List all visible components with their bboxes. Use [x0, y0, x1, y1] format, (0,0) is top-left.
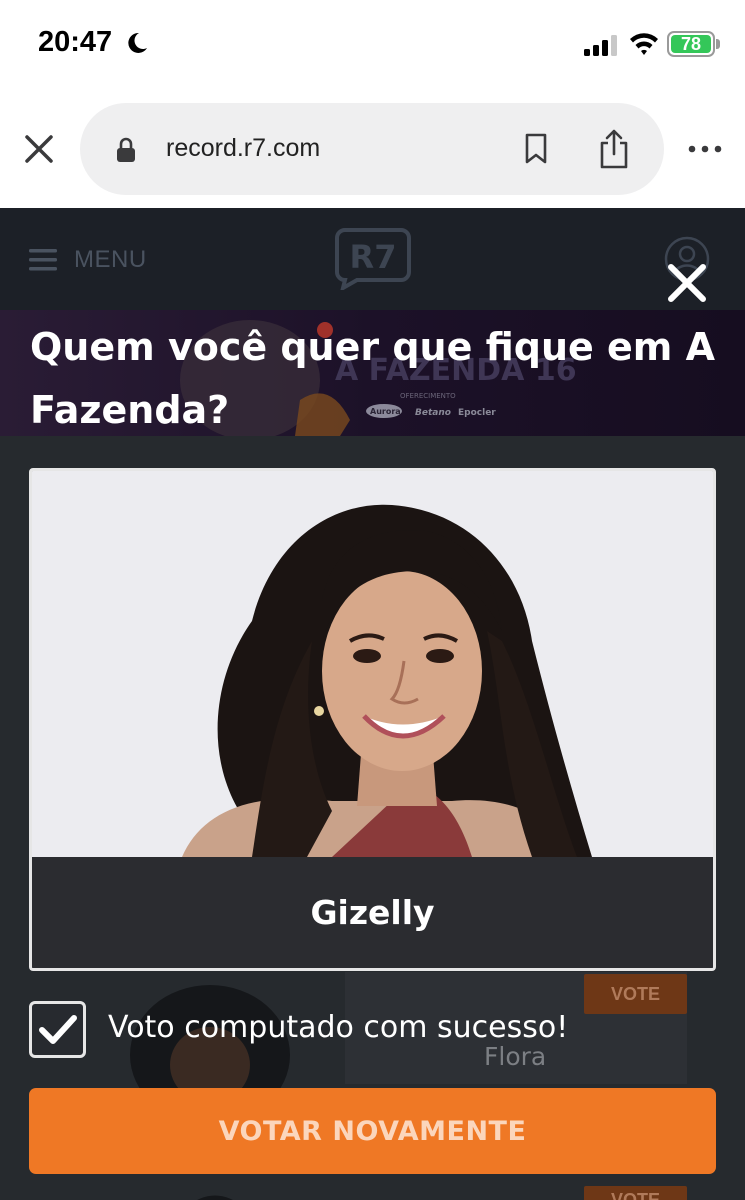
- background-vote-button-2: VOTE: [584, 1186, 687, 1200]
- success-checkbox: [29, 1001, 86, 1058]
- background-candidate-name: Flora: [484, 1042, 547, 1071]
- candidate-name: Gizelly: [310, 893, 435, 932]
- address-bar[interactable]: record.r7.com: [80, 103, 664, 195]
- status-time: 20:47: [38, 26, 113, 58]
- candidate-name-bar: Gizelly: [32, 857, 713, 968]
- lock-icon: [117, 137, 135, 162]
- more-icon[interactable]: [688, 142, 722, 156]
- success-message: Voto computado com sucesso!: [108, 1010, 569, 1045]
- background-candidate-avatar-2: [197, 1195, 233, 1200]
- background-vote-button: VOTE: [584, 974, 687, 1014]
- battery-cap: [716, 39, 720, 49]
- moon-icon: [128, 32, 147, 53]
- battery-icon: 78: [667, 31, 715, 57]
- vote-again-button[interactable]: VOTAR NOVAMENTE: [29, 1088, 716, 1174]
- battery-level: 78: [671, 34, 711, 54]
- modal-title: Quem você quer que fique em A Fazenda?: [30, 325, 716, 432]
- close-icon[interactable]: [22, 132, 56, 166]
- candidate-card: Gizelly: [29, 468, 716, 971]
- hamburger-icon[interactable]: [29, 248, 57, 272]
- bookmark-icon[interactable]: [524, 133, 548, 165]
- r7-logo-text: R7: [350, 238, 397, 276]
- signal-icon: [584, 35, 617, 56]
- candidate-photo: [32, 471, 713, 857]
- status-bar: 20:47 78: [0, 0, 745, 90]
- candidate-portrait: [32, 471, 713, 857]
- check-icon: [39, 1015, 77, 1044]
- browser-toolbar: record.r7.com: [0, 90, 745, 208]
- menu-label[interactable]: MENU: [74, 246, 147, 274]
- share-icon[interactable]: [598, 129, 630, 169]
- vote-again-label: VOTAR NOVAMENTE: [218, 1115, 527, 1147]
- r7-logo[interactable]: R7: [335, 226, 411, 290]
- url-text[interactable]: record.r7.com: [166, 134, 320, 163]
- site-header: MENU R7: [0, 208, 745, 310]
- close-icon[interactable]: [666, 262, 708, 304]
- wifi-icon: [630, 33, 658, 55]
